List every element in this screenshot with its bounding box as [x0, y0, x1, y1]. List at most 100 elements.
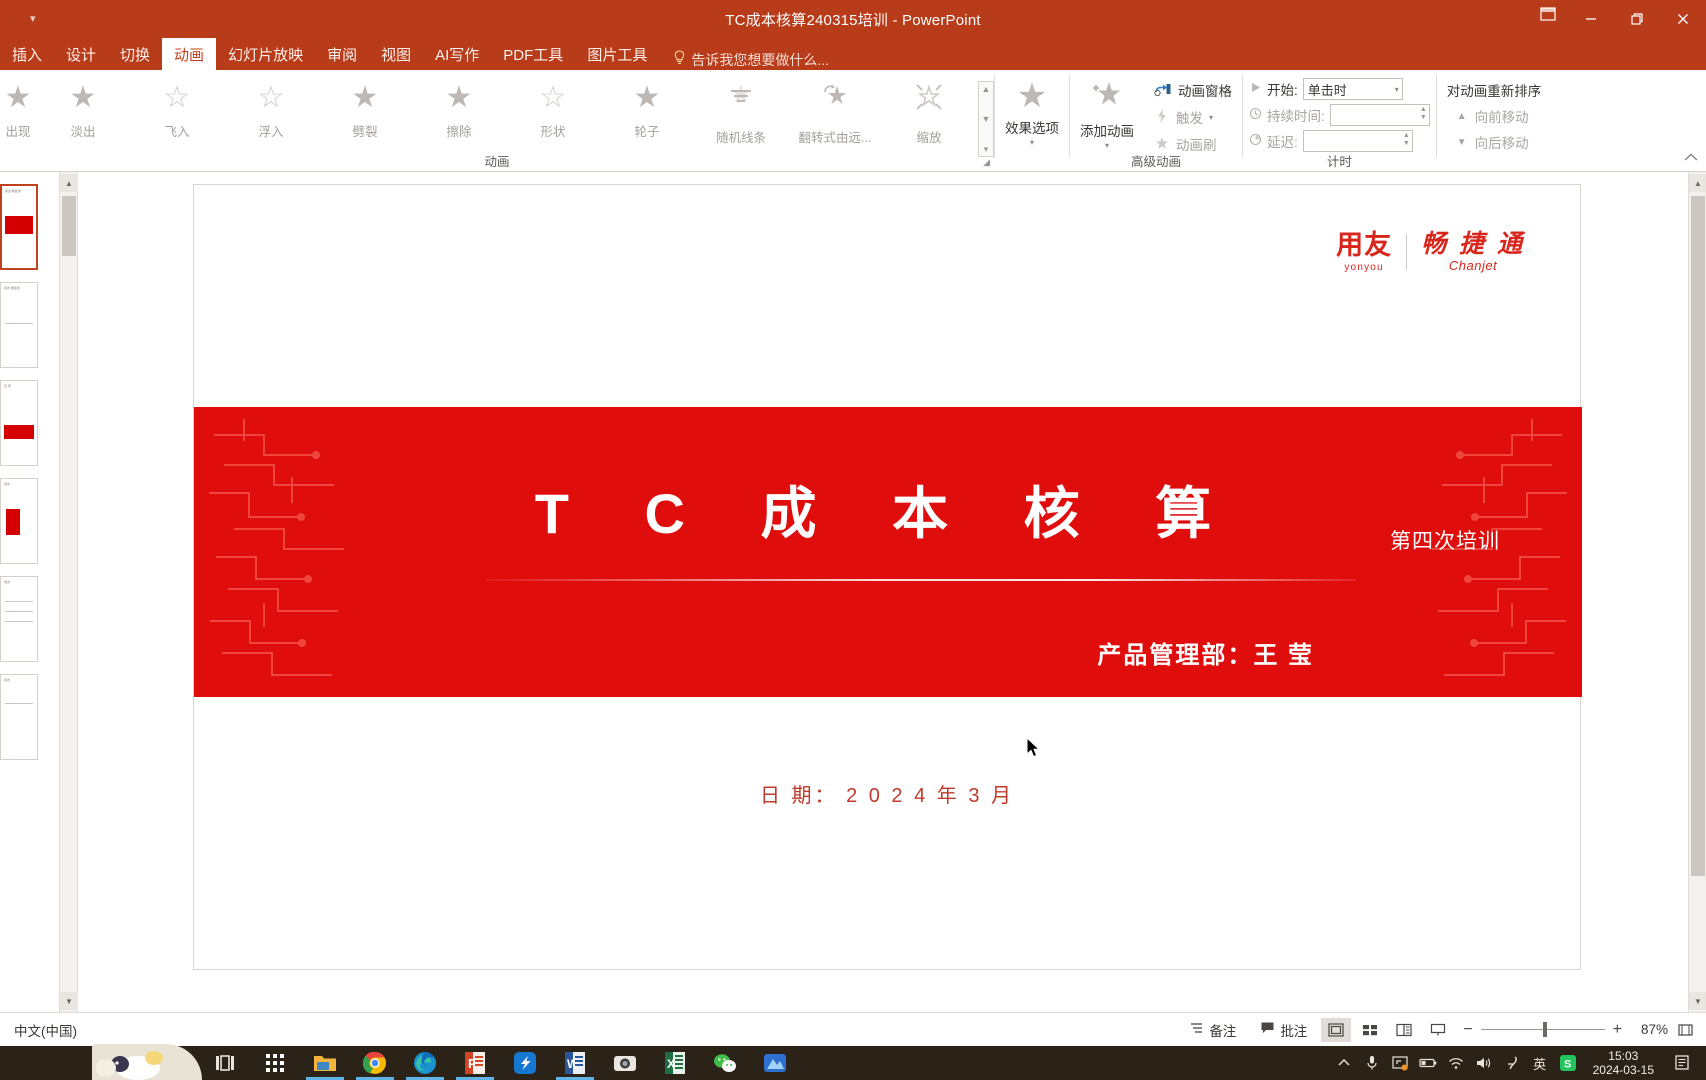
customize-qat-chevron-icon[interactable]: ▾ [30, 13, 36, 25]
microphone-icon[interactable] [1359, 1046, 1385, 1080]
thumbnail-scroll-up-icon[interactable]: ▲ [60, 174, 78, 192]
zoom-slider-knob[interactable] [1542, 1022, 1547, 1037]
slide-date[interactable]: 日 期： 2 0 2 4 年 3 月 [194, 779, 1580, 808]
animation-item-flyin[interactable]: ☆ 飞入 [130, 75, 224, 155]
normal-view-button[interactable] [1321, 1017, 1352, 1042]
animation-pane-button[interactable]: 动画窗格 [1148, 78, 1238, 102]
animation-item-fade[interactable]: ★ 淡出 [36, 75, 130, 155]
slide-vertical-scrollbar[interactable]: ▲ ▼ [1688, 172, 1706, 1012]
minimize-button[interactable] [1568, 0, 1614, 38]
timing-delay-input[interactable]: ▲ ▼ [1302, 130, 1413, 152]
thumbnail-scrollbar[interactable]: ▲ ▼ [60, 172, 78, 1012]
notification-icon[interactable] [1666, 1046, 1700, 1080]
slide-thumbnail-1[interactable]: 用友 畅捷通 [0, 184, 38, 270]
sogou-icon[interactable]: S [1555, 1046, 1581, 1080]
timing-duration-input[interactable]: ▲ ▼ [1329, 104, 1430, 126]
chevron-down-icon[interactable]: ▾ [1105, 142, 1109, 150]
tab-image-tools[interactable]: 图片工具 [575, 38, 659, 70]
language-status[interactable]: 中文(中国) [0, 1020, 77, 1040]
tab-view[interactable]: 视图 [369, 38, 423, 70]
slide-scroll-down-icon[interactable]: ▼ [1689, 992, 1706, 1010]
thumbnail-scroll-thumb[interactable] [62, 196, 76, 256]
slide-scroll-thumb[interactable] [1691, 196, 1705, 876]
animation-item-wipe[interactable]: ★ 擦除 [412, 75, 506, 155]
chrome-icon[interactable] [350, 1046, 400, 1080]
animation-item-shape[interactable]: ☆ 形状 [506, 75, 600, 155]
slide-thumbnail-6[interactable]: 用友 [0, 674, 38, 760]
edge-icon[interactable] [400, 1046, 450, 1080]
pen-icon[interactable] [1499, 1046, 1525, 1080]
gallery-scrollbar[interactable]: ▲ ▼ ▾ [978, 81, 994, 157]
wifi-icon[interactable] [1443, 1046, 1469, 1080]
notes-button[interactable]: 备注 [1179, 1017, 1246, 1043]
quick-access-toolbar[interactable]: ▾ [0, 13, 36, 25]
duration-spinner[interactable]: ▲ ▼ [1420, 106, 1427, 122]
close-button[interactable] [1660, 0, 1706, 38]
tab-ai-writing[interactable]: AI写作 [423, 38, 491, 70]
trigger-button[interactable]: 触发 ▾ [1148, 105, 1238, 129]
timing-start-select[interactable]: 单击时 ▾ [1302, 78, 1403, 100]
animation-item-floatin[interactable]: ☆ 浮入 [224, 75, 318, 155]
tab-pdf-tools[interactable]: PDF工具 [491, 38, 575, 70]
add-animation-button[interactable]: 添加动画 ▾ [1070, 70, 1144, 150]
slide-thumbnail-3[interactable]: 目 录 [0, 380, 38, 466]
thumbnail-scroll-down-icon[interactable]: ▼ [60, 992, 78, 1010]
animation-item-split[interactable]: ★ 劈裂 [318, 75, 412, 155]
tab-transitions[interactable]: 切换 [108, 38, 162, 70]
tab-animations[interactable]: 动画 [162, 38, 217, 70]
restore-button[interactable] [1614, 0, 1660, 38]
slide-sorter-button[interactable] [1355, 1018, 1385, 1042]
zoom-slider-track[interactable] [1480, 1022, 1605, 1037]
tab-slideshow[interactable]: 幻灯片放映 [216, 38, 315, 70]
slide-thumbnail-4[interactable]: 用友 [0, 478, 38, 564]
slide-1[interactable]: 用友 yonyou 畅 捷 通 Chanjet T C 成 本 核 算 第四次培… [193, 184, 1582, 970]
ime-icon[interactable]: 英 [1527, 1046, 1553, 1080]
animation-item-flipfromfar[interactable]: 翻转式由远... [788, 75, 882, 155]
battery-icon[interactable] [1415, 1046, 1441, 1080]
slide-presenter[interactable]: 产品管理部：王 莹 [1097, 635, 1314, 670]
task-view-icon[interactable] [200, 1046, 250, 1080]
slide-thumbnail-pane[interactable]: 用友 畅捷通 用友 畅捷通 目 录 用友 用友 用友 [0, 172, 60, 1012]
gallery-scroll-up-icon[interactable]: ▲ [982, 84, 991, 94]
slide-title[interactable]: T C 成 本 核 算 [194, 469, 1582, 550]
slide-title-subscript[interactable]: 第四次培训 [1390, 525, 1500, 555]
taskbar-clock[interactable]: 15:03 2024-03-15 [1583, 1049, 1664, 1077]
effect-options-button[interactable]: ★ 效果选项 ▾ [995, 70, 1069, 150]
slide-thumbnail-5[interactable]: 用友 [0, 576, 38, 662]
animation-item-randombars[interactable]: 随机线条 [694, 75, 788, 155]
app-grid-icon[interactable] [250, 1046, 300, 1080]
zoom-control[interactable]: − + [1457, 1021, 1628, 1039]
zoom-percentage[interactable]: 87% [1632, 1022, 1668, 1037]
title-banner[interactable]: T C 成 本 核 算 第四次培训 产品管理部：王 莹 [194, 407, 1582, 697]
reading-view-button[interactable] [1389, 1018, 1419, 1042]
tab-insert[interactable]: 插入 [0, 38, 54, 70]
wechat-icon[interactable] [700, 1046, 750, 1080]
slide-scroll-up-icon[interactable]: ▲ [1689, 174, 1706, 192]
tell-me-search[interactable]: 告诉我您想要做什么... [659, 50, 829, 70]
move-later-button[interactable]: ▼ 向后移动 [1447, 132, 1542, 152]
zoom-in-button[interactable]: + [1613, 1021, 1622, 1039]
chevron-down-icon[interactable]: ▾ [1395, 85, 1399, 94]
ribbon-display-options-icon[interactable] [1540, 7, 1556, 26]
animation-dialog-launcher[interactable]: ◢ [983, 157, 990, 168]
collapse-ribbon-button[interactable] [1684, 150, 1698, 165]
screen-share-icon[interactable] [1387, 1046, 1413, 1080]
fit-slide-button[interactable] [1672, 1019, 1698, 1041]
show-hidden-icons[interactable] [1331, 1046, 1357, 1080]
desktop-widget[interactable] [92, 1044, 202, 1080]
mountain-app-icon[interactable] [750, 1046, 800, 1080]
slideshow-button[interactable] [1423, 1018, 1453, 1042]
powerpoint-icon[interactable]: P [450, 1046, 500, 1080]
word-icon[interactable]: W [550, 1046, 600, 1080]
file-explorer-icon[interactable] [300, 1046, 350, 1080]
gallery-scroll-down-icon[interactable]: ▼ [982, 114, 991, 124]
animation-item-zoom[interactable]: 缩放 [882, 75, 976, 155]
animation-item-appear[interactable]: ★ 出现 [0, 75, 36, 155]
animation-gallery[interactable]: ★ 出现 ★ 淡出 ☆ 飞入 ☆ 浮入 ★ 劈裂 ★ 擦除 ☆ 形状 ★ 轮子 … [0, 70, 994, 157]
delay-spinner[interactable]: ▲ ▼ [1403, 132, 1410, 148]
dingtalk-icon[interactable] [500, 1046, 550, 1080]
camera-icon[interactable] [600, 1046, 650, 1080]
volume-icon[interactable] [1471, 1046, 1497, 1080]
comments-button[interactable]: 批注 [1250, 1017, 1317, 1043]
chevron-down-icon[interactable]: ▾ [1209, 114, 1213, 122]
